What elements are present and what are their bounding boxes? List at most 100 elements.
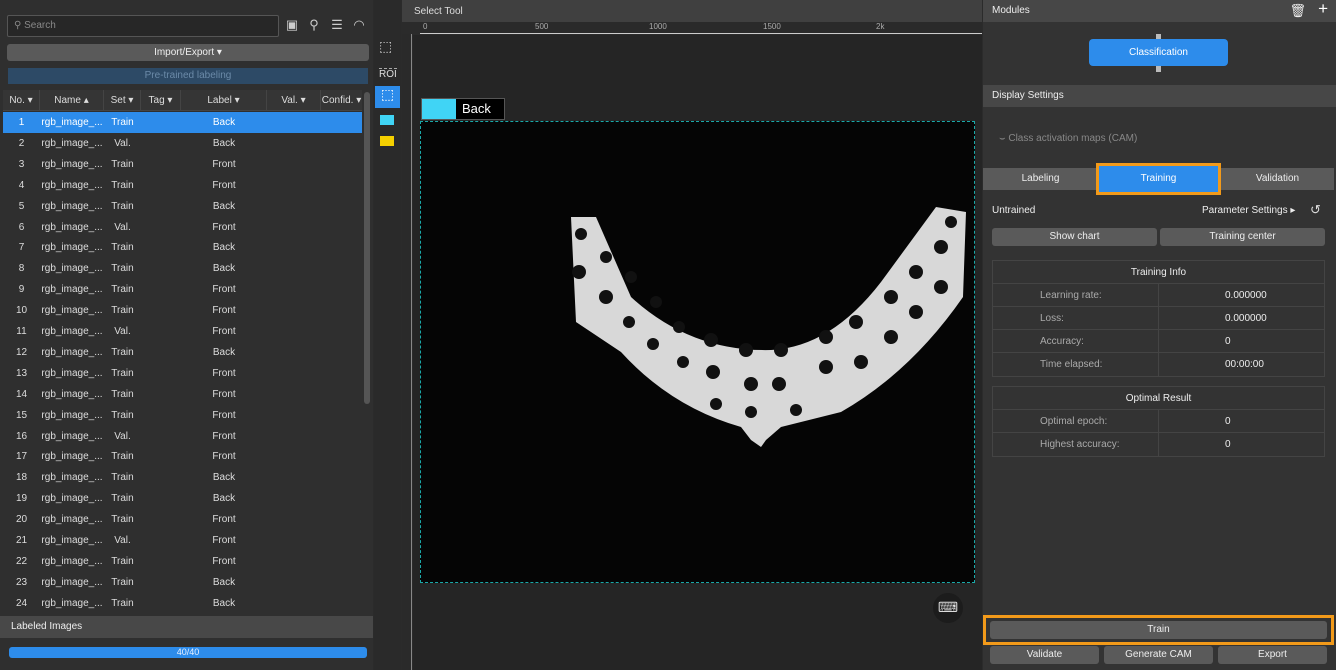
cell: Back [212,263,236,275]
cell [141,446,181,467]
display-settings-header: Display Settings [983,85,1336,107]
table-row[interactable]: 14 rgb_image_... Train Front [3,384,362,405]
list-icon[interactable]: ☰ [329,17,345,33]
filter-icon[interactable]: ⚲ [306,17,322,33]
roi-tool[interactable]: ROI [379,68,397,80]
tab-labeling[interactable]: Labeling [983,168,1098,190]
cell: 12 [15,346,28,358]
cell [267,321,321,342]
cell [141,509,181,530]
cell [321,154,362,175]
cell [141,467,181,488]
search-input[interactable]: ⚲ Search [7,15,279,37]
info-value: 0.000000 [1225,313,1267,324]
cell: Back [212,493,236,505]
table-row[interactable]: 20 rgb_image_... Train Front [3,509,362,530]
export-button[interactable]: Export [1218,646,1327,664]
cell: Train [111,388,134,400]
training-center-button[interactable]: Training center [1160,228,1325,246]
table-row[interactable]: 5 rgb_image_... Train Back [3,196,362,217]
trash-icon[interactable]: 🗑 [1289,0,1306,22]
keyboard-icon[interactable]: ⌨ [933,593,963,623]
cell [267,363,321,384]
module-classification[interactable]: Classification [1089,39,1228,66]
table-row[interactable]: 11 rgb_image_... Val. Front [3,321,362,342]
table-header: No. ▾ Name ▴ Set ▾ Tag ▾ Label ▾ Val. ▾ … [3,90,362,111]
table-row[interactable]: 10 rgb_image_... Train Front [3,300,362,321]
col-set[interactable]: Set ▾ [104,90,141,110]
layout-icon[interactable]: ◠ [351,17,367,33]
table-row[interactable]: 13 rgb_image_... Train Front [3,363,362,384]
tab-validation[interactable]: Validation [1221,168,1334,190]
table-row[interactable]: 21 rgb_image_... Val. Front [3,530,362,551]
table-row[interactable]: 1 rgb_image_... Train Back [3,112,362,133]
cell: Train [111,179,134,191]
table-row[interactable]: 12 rgb_image_... Train Back [3,342,362,363]
class-color-back[interactable] [380,115,394,125]
cell [267,279,321,300]
cell [267,572,321,593]
table-row[interactable]: 4 rgb_image_... Train Front [3,175,362,196]
table-row[interactable]: 3 rgb_image_... Train Front [3,154,362,175]
cell: 11 [16,326,27,337]
image-settings-icon[interactable]: ▣ [284,17,300,33]
cell [267,384,321,405]
table-row[interactable]: 18 rgb_image_... Train Back [3,467,362,488]
validate-button[interactable]: Validate [990,646,1099,664]
pretrained-labeling-button[interactable]: Pre-trained labeling [8,68,368,84]
col-label[interactable]: Label ▾ [181,90,267,110]
table-row[interactable]: 7 rgb_image_... Train Back [3,237,362,258]
select-tool-icon[interactable]: ⬚ [375,86,400,108]
generate-cam-button[interactable]: Generate CAM [1104,646,1213,664]
table-row[interactable]: 2 rgb_image_... Val. Back [3,133,362,154]
cell: Train [111,158,134,170]
show-chart-button[interactable]: Show chart [992,228,1157,246]
cell [141,530,181,551]
col-name[interactable]: Name ▴ [40,90,104,110]
cell [321,405,362,426]
col-val[interactable]: Val. ▾ [267,90,321,110]
table-row[interactable]: 16 rgb_image_... Val. Front [3,426,362,447]
cam-toggle[interactable]: ⌣ Class activation maps (CAM) [999,133,1137,144]
table-scrollbar[interactable] [364,92,370,404]
cell: 21 [15,535,28,546]
cell: Val. [114,326,131,337]
table-row[interactable]: 8 rgb_image_... Train Back [3,258,362,279]
cell: 17 [15,451,28,463]
cell: 8 [18,263,25,275]
tab-training[interactable]: Training [1096,163,1221,195]
cell: Train [111,284,134,296]
table-row[interactable]: 22 rgb_image_... Train Front [3,551,362,572]
table-row[interactable]: 19 rgb_image_... Train Back [3,488,362,509]
col-confid[interactable]: Confid. ▾ [321,90,362,110]
cell [141,342,181,363]
cell [321,279,362,300]
info-value: 0 [1225,439,1231,450]
polygon-tool-icon[interactable]: ⬚ [379,38,392,55]
cell: Train [111,117,134,128]
cell: Train [111,367,134,379]
cell [141,258,181,279]
cell [267,112,321,133]
table-row[interactable]: 6 rgb_image_... Val. Front [3,217,362,238]
cell: Train [111,305,134,317]
class-color-front[interactable] [380,136,394,146]
add-icon[interactable]: + [1318,0,1328,20]
cell [321,217,362,238]
col-no[interactable]: No. ▾ [3,90,40,110]
vertical-ruler [402,34,412,670]
table-row[interactable]: 9 rgb_image_... Train Front [3,279,362,300]
table-row[interactable]: 17 rgb_image_... Train Front [3,446,362,467]
col-tag[interactable]: Tag ▾ [141,90,181,110]
table-row[interactable]: 23 rgb_image_... Train Back [3,572,362,593]
parameter-settings-link[interactable]: Parameter Settings ▸ [1202,205,1295,216]
import-export-button[interactable]: Import/Export ▾ [7,44,369,61]
cell [141,593,181,614]
table-row[interactable]: 24 rgb_image_... Train Back [3,593,362,614]
table-row[interactable]: 15 rgb_image_... Train Front [3,405,362,426]
cell: Back [212,117,236,128]
cell [321,342,362,363]
cell: Front [212,409,236,421]
train-button[interactable]: Train [990,621,1327,639]
history-icon[interactable]: ↺ [1310,202,1321,218]
